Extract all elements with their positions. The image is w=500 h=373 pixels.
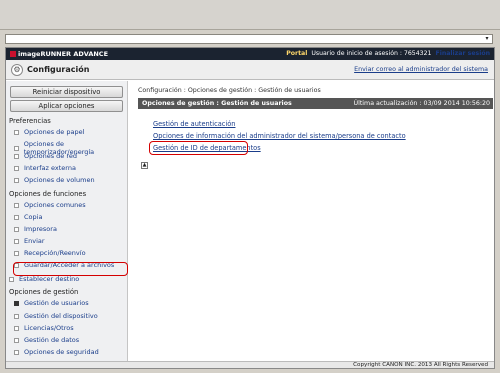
bullet-icon [14, 349, 19, 355]
sidebar-item-network[interactable]: Opciones de red [14, 152, 77, 160]
sidebar-item-label: Gestión de usuarios [24, 299, 89, 307]
sidebar-item-device-management[interactable]: Gestión del dispositivo [14, 312, 98, 320]
sidebar-item-label: Gestión del dispositivo [24, 312, 98, 320]
highlight-box [13, 262, 128, 276]
bullet-icon [14, 325, 19, 331]
section-title-preferences: Preferencias [9, 117, 51, 125]
bullet-selected-icon [14, 300, 19, 306]
bullet-icon [14, 177, 19, 183]
logout-link[interactable]: Finalizar sesión [436, 50, 491, 57]
sidebar-item-send[interactable]: Enviar [14, 237, 45, 245]
sidebar: Reiniciar dispositivo Aplicar opciones P… [6, 81, 128, 361]
brand-name: imageRUNNER ADVANCE [18, 50, 109, 58]
user-label: Usuario de inicio de asesión : 7654321 [311, 50, 432, 57]
sidebar-item-label: Opciones de red [24, 152, 78, 160]
highlight-box [149, 141, 248, 155]
top-right-links: Portal Usuario de inicio de asesión : 76… [286, 50, 490, 57]
address-bar[interactable]: ▾ [5, 34, 493, 44]
bullet-icon [14, 313, 19, 319]
browser-toolbar [0, 0, 500, 30]
breadcrumb: Configuración : Opciones de gestión : Ge… [138, 87, 321, 94]
canon-logo-icon [10, 51, 16, 57]
last-update: Última actualización : 03/09 2014 10:56:… [353, 99, 490, 107]
section-title-functions: Opciones de funciones [9, 190, 87, 198]
app-frame: imageRUNNER ADVANCE Portal Usuario de in… [5, 47, 495, 369]
sidebar-item-licenses[interactable]: Licencias/Otros [14, 324, 74, 332]
sidebar-item-label: Copia [24, 213, 43, 221]
section-title-management: Opciones de gestión [9, 288, 79, 296]
bullet-icon [14, 337, 19, 343]
sidebar-item-label: Opciones de seguridad [24, 348, 99, 356]
sidebar-item-copy[interactable]: Copia [14, 213, 42, 221]
sidebar-item-label: Licencias/Otros [24, 324, 74, 332]
sidebar-item-printer[interactable]: Impresora [14, 225, 57, 233]
chevron-down-icon[interactable]: ▾ [482, 35, 492, 43]
settings-icon: ⚙ [11, 64, 23, 76]
sidebar-item-label: Gestión de datos [24, 336, 80, 344]
link-authentication-management[interactable]: Gestión de autenticación [153, 120, 235, 128]
collapse-icon[interactable]: ▲ [141, 162, 148, 169]
sidebar-item-label: Impresora [24, 225, 57, 233]
bullet-icon [14, 238, 19, 244]
page-title: Configuración [27, 65, 90, 74]
sidebar-item-external-interface[interactable]: Interfaz externa [14, 164, 76, 172]
sidebar-item-label: Opciones de papel [24, 128, 85, 136]
sidebar-item-label: Recepción/Reenvío [24, 249, 86, 257]
sidebar-item-paper[interactable]: Opciones de papel [14, 128, 84, 136]
sidebar-item-user-management[interactable]: Gestión de usuarios [14, 299, 89, 307]
bullet-icon [9, 276, 14, 282]
apply-settings-button[interactable]: Aplicar opciones [10, 100, 123, 112]
sidebar-item-label: Opciones de volumen [24, 176, 95, 184]
send-mail-link[interactable]: Enviar correo al administrador del siste… [354, 66, 488, 73]
sidebar-item-label: Interfaz externa [24, 164, 76, 172]
main-content: Configuración : Opciones de gestión : Ge… [133, 81, 494, 361]
bullet-icon [14, 145, 19, 151]
footer: Copyright CANON INC. 2013 All Rights Res… [6, 361, 494, 368]
bullet-icon [14, 165, 19, 171]
bullet-icon [14, 129, 19, 135]
bullet-icon [14, 202, 19, 208]
sidebar-item-label: Opciones comunes [24, 201, 86, 209]
bullet-icon [14, 226, 19, 232]
bullet-icon [14, 214, 19, 220]
sidebar-item-establish-destination[interactable]: Establecer destino [9, 275, 79, 283]
bullet-icon [14, 250, 19, 256]
panel-title: Opciones de gestión : Gestión de usuario… [142, 99, 292, 107]
sidebar-item-volume[interactable]: Opciones de volumen [14, 176, 95, 184]
restart-device-button[interactable]: Reiniciar dispositivo [10, 86, 123, 98]
brand: imageRUNNER ADVANCE [10, 50, 108, 58]
sidebar-item-label: Establecer destino [19, 275, 80, 283]
link-admin-contact-info[interactable]: Opciones de información del administrado… [153, 132, 406, 140]
sidebar-item-data-management[interactable]: Gestión de datos [14, 336, 79, 344]
configuration-bar: ⚙ Configuración Enviar correo al adminis… [6, 60, 494, 80]
panel-header: Opciones de gestión : Gestión de usuario… [138, 98, 493, 109]
sidebar-item-receive-forward[interactable]: Recepción/Reenvío [14, 249, 86, 257]
bullet-icon [14, 153, 19, 159]
sidebar-item-label: Enviar [24, 237, 45, 245]
copyright: Copyright CANON INC. 2013 All Rights Res… [353, 362, 488, 368]
top-bar: imageRUNNER ADVANCE Portal Usuario de in… [6, 48, 494, 60]
sidebar-item-security-settings[interactable]: Opciones de seguridad [14, 348, 99, 356]
sidebar-item-common[interactable]: Opciones comunes [14, 201, 86, 209]
portal-link[interactable]: Portal [286, 50, 307, 57]
